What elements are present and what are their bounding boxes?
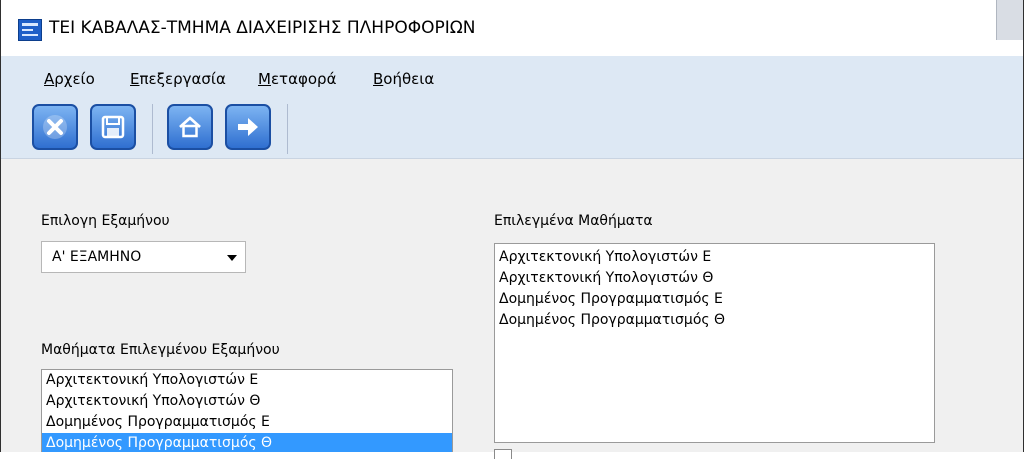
- close-button[interactable]: [32, 104, 78, 150]
- menu-bar: Αρχείο Επεξεργασία Μεταφορά Βοήθεια: [1, 56, 1023, 98]
- menu-edit[interactable]: Επεξεργασία: [130, 70, 226, 88]
- arrow-right-icon: [238, 118, 258, 136]
- chevron-down-icon[interactable]: [227, 255, 237, 261]
- toolbar-separator: [152, 104, 153, 154]
- list-item[interactable]: Αρχιτεκτονική Υπολογιστών Θ: [495, 268, 934, 289]
- save-icon: [101, 115, 125, 139]
- toolbar: [1, 98, 1023, 159]
- semester-select-value: Α' ΕΞΑΜΗΝΟ: [52, 249, 142, 265]
- list-item[interactable]: Αρχιτεκτονική Υπολογιστών Θ: [42, 391, 452, 412]
- title-bar: ΤΕΙ ΚΑΒΑΛΑΣ-ΤΜΗΜΑ ΔΙΑΧΕΙΡΙΣΗΣ ΠΛΗΡΟΦΟΡΙΩ…: [1, 0, 1023, 57]
- save-button[interactable]: [90, 104, 136, 150]
- home-icon: [179, 116, 201, 138]
- main-content: Επιλογη Εξαμήνου Α' ΕΞΑΜΗΝΟ Μαθήματα Επι…: [1, 159, 1023, 459]
- selected-courses-label: Επιλεγμένα Μαθήματα: [494, 213, 653, 229]
- app-window: ΤΕΙ ΚΑΒΑΛΑΣ-ΤΜΗΜΑ ΔΙΑΧΕΙΡΙΣΗΣ ΠΛΗΡΟΦΟΡΙΩ…: [0, 0, 1024, 459]
- window-controls[interactable]: [996, 0, 1023, 40]
- available-courses-list[interactable]: Αρχιτεκτονική Υπολογιστών Ε Αρχιτεκτονικ…: [41, 369, 453, 452]
- list-item[interactable]: Αρχιτεκτονική Υπολογιστών Ε: [495, 247, 934, 268]
- list-item-selected[interactable]: Δομημένος Προγραμματισμός Θ: [42, 433, 452, 452]
- semester-select[interactable]: Α' ΕΞΑΜΗΝΟ: [41, 241, 246, 273]
- menu-transfer[interactable]: Μεταφορά: [258, 70, 336, 88]
- menu-help[interactable]: Βοήθεια: [373, 70, 434, 88]
- list-item[interactable]: Αρχιτεκτονική Υπολογιστών Ε: [42, 370, 452, 391]
- semester-label: Επιλογη Εξαμήνου: [41, 213, 170, 229]
- menu-file[interactable]: Αρχείο: [44, 70, 95, 88]
- available-courses-label: Μαθήματα Επιλεγμένου Εξαμήνου: [41, 342, 280, 358]
- list-item[interactable]: Δομημένος Προγραμματισμός Ε: [42, 412, 452, 433]
- home-button[interactable]: [167, 104, 213, 150]
- list-item[interactable]: Δομημένος Προγραμματισμός Ε: [495, 289, 934, 310]
- next-button[interactable]: [225, 104, 271, 150]
- list-item[interactable]: Δομημένος Προγραμματισμός Θ: [495, 310, 934, 331]
- toolbar-separator: [287, 104, 288, 154]
- app-icon: [18, 19, 42, 41]
- close-icon: [43, 115, 67, 139]
- checkbox[interactable]: [494, 449, 512, 459]
- window-title: ΤΕΙ ΚΑΒΑΛΑΣ-ΤΜΗΜΑ ΔΙΑΧΕΙΡΙΣΗΣ ΠΛΗΡΟΦΟΡΙΩ…: [49, 18, 476, 38]
- selected-courses-list[interactable]: Αρχιτεκτονική Υπολογιστών Ε Αρχιτεκτονικ…: [494, 243, 935, 443]
